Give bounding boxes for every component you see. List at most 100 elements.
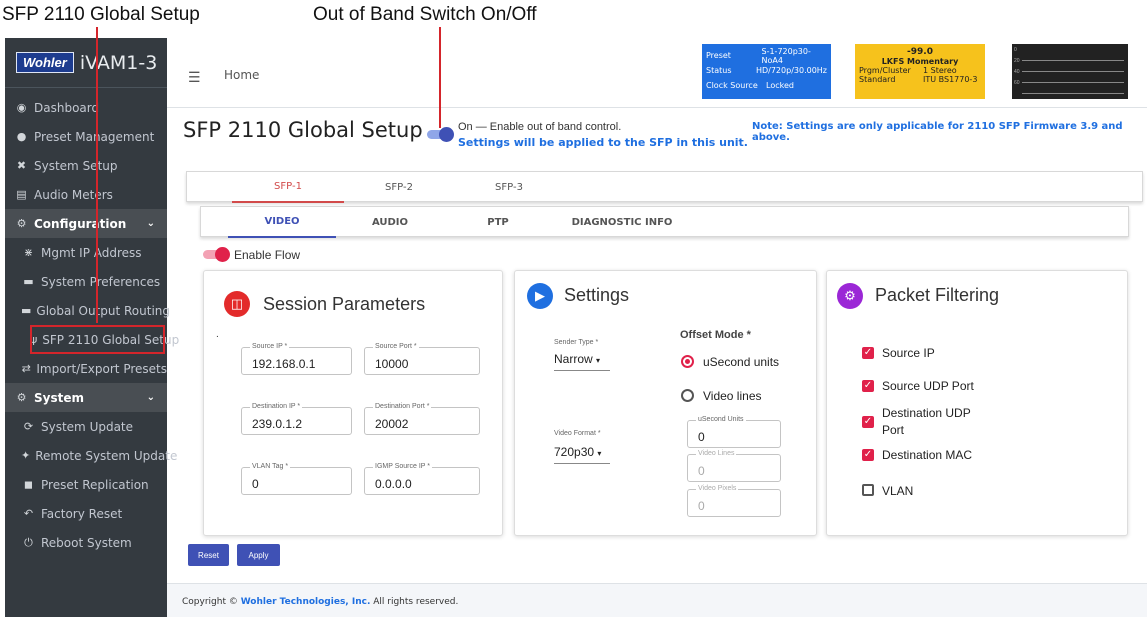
meter-tick: 40 xyxy=(1014,69,1020,75)
loudness-mode: LKFS Momentary xyxy=(881,57,959,66)
destination-udp-port-label-2: Port xyxy=(882,423,905,437)
status-value: HD/720p/30.00Hz xyxy=(755,66,827,75)
offset-mode-label: Offset Mode * xyxy=(680,329,751,341)
network-icon: ⋇ xyxy=(23,246,34,259)
video-lines-label: Video lines xyxy=(703,389,762,403)
vlan-label: VLAN xyxy=(882,484,914,498)
usecond-units-radio[interactable] xyxy=(681,355,694,368)
screen: SFP 2110 Global Setup Out of Band Switch… xyxy=(0,0,1147,617)
satellite-icon: ✦ xyxy=(21,449,31,462)
brand[interactable]: Wohler iVAM1-3 xyxy=(5,38,167,88)
tab-ptp[interactable]: PTP xyxy=(444,207,552,238)
top-header: ☰ Home Preset S-1-720p30-NoA4 Status HD/72… xyxy=(167,38,1147,108)
destination-mac-checkbox[interactable]: ✓ xyxy=(862,449,874,461)
network-icon: ◫ xyxy=(224,291,250,317)
sidebar-item-audio-meters[interactable]: ▤ Audio Meters xyxy=(5,180,167,209)
sidebar-item-reboot-system[interactable]: ⏻ Reboot System xyxy=(5,528,167,557)
igmp-source-ip-field[interactable]: IGMP Source IP * 0.0.0.0 xyxy=(364,463,480,495)
settings-card: ▶ Settings Sender Type * Narrow ▾ Video … xyxy=(514,270,817,536)
power-icon: ⏻ xyxy=(24,535,33,549)
sidebar-item-system-setup[interactable]: ✖ System Setup xyxy=(5,151,167,180)
callout-line-oob xyxy=(439,27,441,128)
apply-button[interactable]: Apply xyxy=(237,544,280,566)
sidebar-item-system-update[interactable]: ⟳ System Update xyxy=(5,412,167,441)
video-lines-field[interactable]: Video Lines 0 xyxy=(687,450,781,482)
sidebar-item-remote-system-update[interactable]: ✦ Remote System Update xyxy=(5,441,177,470)
source-udp-port-label: Source UDP Port xyxy=(882,379,974,393)
vlan-tag-field[interactable]: VLAN Tag * 0 xyxy=(241,463,352,495)
company-link[interactable]: Wohler Technologies, Inc. xyxy=(241,597,371,607)
oob-text: On — Enable out of band control. xyxy=(458,121,622,133)
tab-sfp-3[interactable]: SFP-3 xyxy=(454,172,564,203)
gear-icon: ⚙ xyxy=(16,217,27,230)
clock-value: Locked xyxy=(766,81,794,90)
video-format-select[interactable]: 720p30 ▾ xyxy=(554,445,610,464)
settings-title: Settings xyxy=(564,285,630,305)
keyboard-icon: ▬ xyxy=(21,304,32,317)
destination-port-field[interactable]: Destination Port * 20002 xyxy=(364,403,480,435)
status-key: Status xyxy=(706,66,732,75)
loudness-panel: -99.0 LKFS Momentary Prgm/Cluster 1 Stere… xyxy=(855,44,985,99)
usecond-units-label: uSecond units xyxy=(703,355,780,369)
sidebar-item-factory-reset[interactable]: ↶ Factory Reset xyxy=(5,499,167,528)
tab-sfp-2[interactable]: SFP-2 xyxy=(344,172,454,203)
home-link[interactable]: Home xyxy=(224,68,259,82)
source-port-field[interactable]: Source Port * 10000 xyxy=(364,343,480,375)
footer: Copyright © Wohler Technologies, Inc. Al… xyxy=(167,583,1147,617)
tab-diagnostic-info[interactable]: DIAGNOSTIC INFO xyxy=(552,207,692,238)
undo-icon: ↶ xyxy=(23,507,34,520)
sender-type-select[interactable]: Narrow ▾ xyxy=(554,352,610,371)
source-ip-field[interactable]: Source IP * 192.168.0.1 xyxy=(241,343,352,375)
brand-name: iVAM1-3 xyxy=(79,51,158,74)
video-lines-radio[interactable] xyxy=(681,389,694,402)
sidebar-item-configuration[interactable]: ⚙ Configuration ⌄ xyxy=(5,209,167,238)
copyright-text: Copyright © Wohler Technologies, Inc. Al… xyxy=(182,597,459,607)
callout-global-setup: SFP 2110 Global Setup xyxy=(2,4,200,25)
sidebar-item-system[interactable]: ⚙ System ⌄ xyxy=(5,383,167,412)
tab-video[interactable]: VIDEO xyxy=(228,207,336,238)
meter-tick: 20 xyxy=(1014,58,1020,64)
sidebar-item-import-export[interactable]: ⇄ Import/Export Presets xyxy=(5,354,167,383)
oob-toggle[interactable] xyxy=(427,127,454,142)
meter-bar xyxy=(1022,60,1124,61)
tab-audio[interactable]: AUDIO xyxy=(336,207,444,238)
toggle-knob xyxy=(215,247,230,262)
destination-udp-port-checkbox[interactable]: ✓ xyxy=(862,416,874,428)
destination-ip-field[interactable]: Destination IP * 239.0.1.2 xyxy=(241,403,352,435)
session-parameters-card: ◫ Session Parameters . Source IP * 192.1… xyxy=(203,270,503,536)
caret-down-icon: ▾ xyxy=(596,356,601,365)
wohler-logo: Wohler xyxy=(16,52,74,73)
enable-flow-toggle[interactable] xyxy=(203,247,230,262)
cogs-icon: ⚙ xyxy=(16,391,27,404)
oob-subtext: Settings will be applied to the SFP in t… xyxy=(458,136,748,149)
sfp-tabs: SFP-1 SFP-2 SFP-3 xyxy=(186,171,1143,203)
gear-icon: ⚙ xyxy=(837,283,863,309)
tab-sfp-1[interactable]: SFP-1 xyxy=(232,172,344,203)
sidebar-item-dashboard[interactable]: ◉ Dashboard xyxy=(5,93,167,122)
vlan-checkbox[interactable] xyxy=(862,484,874,496)
hamburger-menu-icon[interactable]: ☰ xyxy=(188,69,201,86)
sidebar-item-global-output-routing[interactable]: ▬ Global Output Routing xyxy=(5,296,170,325)
toggle-knob xyxy=(439,127,454,142)
sidebar-item-mgmt-ip[interactable]: ⋇ Mgmt IP Address xyxy=(5,238,167,267)
plug-icon: ψ xyxy=(30,333,38,346)
standard-key: Standard xyxy=(859,75,896,84)
video-camera-icon: ▶ xyxy=(527,283,553,309)
meter-bar xyxy=(1022,93,1124,94)
sub-tabs: VIDEO AUDIO PTP DIAGNOSTIC INFO xyxy=(200,206,1129,238)
keyboard-icon: ▬ xyxy=(23,275,34,288)
sender-type-label: Sender Type * xyxy=(554,339,599,346)
callout-line-global-setup xyxy=(96,27,98,323)
source-ip-checkbox[interactable]: ✓ xyxy=(862,347,874,359)
preset-value: S-1-720p30-NoA4 xyxy=(761,46,811,65)
filtering-title: Packet Filtering xyxy=(875,285,1000,305)
sidebar-item-system-preferences[interactable]: ▬ System Preferences xyxy=(5,267,167,296)
standard-value: ITU BS1770-3 xyxy=(923,75,978,84)
sidebar-item-preset-management[interactable]: ● Preset Management xyxy=(5,122,167,151)
video-pixels-field[interactable]: Video Pixels 0 xyxy=(687,485,781,517)
sidebar-item-preset-replication[interactable]: ◼ Preset Replication xyxy=(5,470,167,499)
sidebar-item-sfp-2110-global-setup[interactable]: ψ SFP 2110 Global Setup xyxy=(30,325,179,354)
usecond-units-field[interactable]: uSecond Units 0 xyxy=(687,416,781,448)
reset-button[interactable]: Reset xyxy=(188,544,229,566)
source-udp-port-checkbox[interactable]: ✓ xyxy=(862,380,874,392)
